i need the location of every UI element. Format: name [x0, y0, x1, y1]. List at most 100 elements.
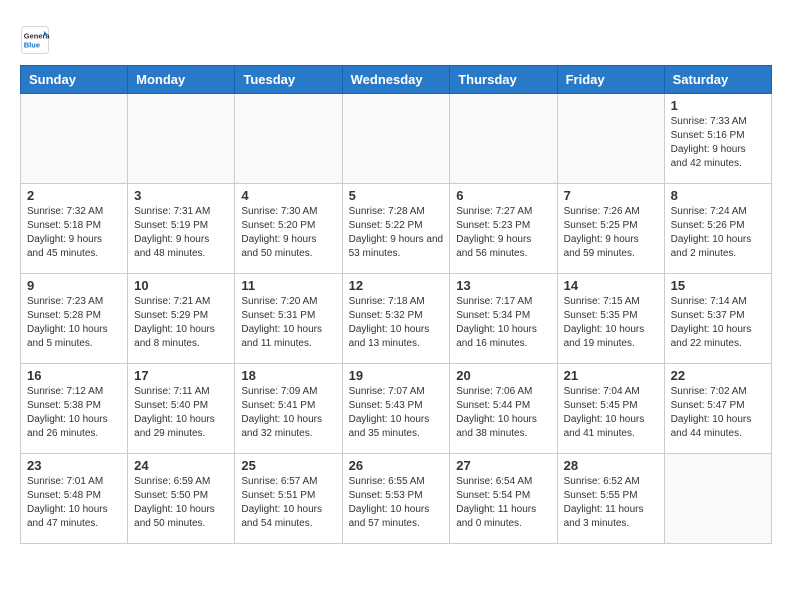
calendar-cell: 21 Sunrise: 7:04 AM Sunset: 5:45 PM Dayli… — [557, 364, 664, 454]
calendar-cell: 7Sunrise: 7:26 AM Sunset: 5:25 PM Daylig… — [557, 184, 664, 274]
day-info: Sunrise: 7:26 AM Sunset: 5:25 PM Dayligh… — [564, 205, 658, 261]
day-info: Sunrise: 7:12 AM Sunset: 5:38 PM Dayligh… — [27, 385, 121, 441]
calendar-cell: 23 Sunrise: 7:01 AM Sunset: 5:48 PM Dayli… — [21, 454, 128, 544]
day-number: 3 — [134, 188, 228, 203]
day-number: 8 — [671, 188, 765, 203]
day-info: Sunrise: 7:32 AM Sunset: 5:18 PM Dayligh… — [27, 205, 121, 261]
calendar-table: SundayMondayTuesdayWednesdayThursdayFrid… — [20, 65, 772, 544]
calendar-cell: 11Sunrise: 7:20 AM Sunset: 5:31 PM Dayli… — [235, 274, 342, 364]
calendar-cell — [450, 94, 557, 184]
col-header-friday: Friday — [557, 66, 664, 94]
day-info: Sunrise: 7:15 AM Sunset: 5:35 PM Dayligh… — [564, 295, 658, 351]
day-info: Sunrise: 7:31 AM Sunset: 5:19 PM Dayligh… — [134, 205, 228, 261]
calendar-cell — [342, 94, 450, 184]
logo: General Blue — [20, 25, 52, 55]
calendar-cell: 20Sunrise: 7:06 AM Sunset: 5:44 PM Dayli… — [450, 364, 557, 454]
calendar-cell: 10 Sunrise: 7:21 AM Sunset: 5:29 PM Dayli… — [128, 274, 235, 364]
day-number: 10 — [134, 278, 228, 293]
calendar-cell: 14 Sunrise: 7:15 AM Sunset: 5:35 PM Dayli… — [557, 274, 664, 364]
day-info: Sunrise: 6:55 AM Sunset: 5:53 PM Dayligh… — [349, 475, 444, 531]
week-row-1: 1 Sunrise: 7:33 AM Sunset: 5:16 PM Daylig… — [21, 94, 772, 184]
day-info: Sunrise: 7:11 AM Sunset: 5:40 PM Dayligh… — [134, 385, 228, 441]
day-number: 13 — [456, 278, 550, 293]
col-header-monday: Monday — [128, 66, 235, 94]
calendar-cell: 18Sunrise: 7:09 AM Sunset: 5:41 PM Dayli… — [235, 364, 342, 454]
day-number: 18 — [241, 368, 335, 383]
day-info: Sunrise: 7:21 AM Sunset: 5:29 PM Dayligh… — [134, 295, 228, 351]
calendar-cell — [235, 94, 342, 184]
calendar-cell: 16 Sunrise: 7:12 AM Sunset: 5:38 PM Dayli… — [21, 364, 128, 454]
calendar-cell: 19 Sunrise: 7:07 AM Sunset: 5:43 PM Dayli… — [342, 364, 450, 454]
day-info: Sunrise: 7:14 AM Sunset: 5:37 PM Dayligh… — [671, 295, 765, 351]
day-info: Sunrise: 7:04 AM Sunset: 5:45 PM Dayligh… — [564, 385, 658, 441]
day-number: 14 — [564, 278, 658, 293]
day-info: Sunrise: 7:01 AM Sunset: 5:48 PM Dayligh… — [27, 475, 121, 531]
calendar-cell — [128, 94, 235, 184]
day-number: 16 — [27, 368, 121, 383]
day-info: Sunrise: 6:52 AM Sunset: 5:55 PM Dayligh… — [564, 475, 658, 531]
day-number: 25 — [241, 458, 335, 473]
calendar-cell — [664, 454, 771, 544]
day-number: 17 — [134, 368, 228, 383]
calendar-cell: 26 Sunrise: 6:55 AM Sunset: 5:53 PM Dayli… — [342, 454, 450, 544]
day-info: Sunrise: 7:30 AM Sunset: 5:20 PM Dayligh… — [241, 205, 335, 261]
day-number: 19 — [349, 368, 444, 383]
day-number: 12 — [349, 278, 444, 293]
day-info: Sunrise: 6:59 AM Sunset: 5:50 PM Dayligh… — [134, 475, 228, 531]
calendar-cell: 22 Sunrise: 7:02 AM Sunset: 5:47 PM Dayli… — [664, 364, 771, 454]
calendar-cell — [21, 94, 128, 184]
calendar-cell: 6 Sunrise: 7:27 AM Sunset: 5:23 PM Daylig… — [450, 184, 557, 274]
calendar-cell: 15 Sunrise: 7:14 AM Sunset: 5:37 PM Dayli… — [664, 274, 771, 364]
day-info: Sunrise: 7:28 AM Sunset: 5:22 PM Dayligh… — [349, 205, 444, 261]
calendar-cell: 2 Sunrise: 7:32 AM Sunset: 5:18 PM Daylig… — [21, 184, 128, 274]
day-number: 4 — [241, 188, 335, 203]
day-number: 1 — [671, 98, 765, 113]
calendar-cell: 8 Sunrise: 7:24 AM Sunset: 5:26 PM Daylig… — [664, 184, 771, 274]
calendar-cell: 12 Sunrise: 7:18 AM Sunset: 5:32 PM Dayli… — [342, 274, 450, 364]
calendar-cell: 3 Sunrise: 7:31 AM Sunset: 5:19 PM Daylig… — [128, 184, 235, 274]
logo-icon: General Blue — [20, 25, 50, 55]
svg-text:General: General — [24, 32, 50, 41]
calendar-cell: 1 Sunrise: 7:33 AM Sunset: 5:16 PM Daylig… — [664, 94, 771, 184]
day-info: Sunrise: 7:18 AM Sunset: 5:32 PM Dayligh… — [349, 295, 444, 351]
day-number: 2 — [27, 188, 121, 203]
col-header-thursday: Thursday — [450, 66, 557, 94]
day-number: 15 — [671, 278, 765, 293]
week-row-4: 16 Sunrise: 7:12 AM Sunset: 5:38 PM Dayli… — [21, 364, 772, 454]
week-row-5: 23 Sunrise: 7:01 AM Sunset: 5:48 PM Dayli… — [21, 454, 772, 544]
calendar-cell: 5 Sunrise: 7:28 AM Sunset: 5:22 PM Daylig… — [342, 184, 450, 274]
col-header-saturday: Saturday — [664, 66, 771, 94]
day-number: 5 — [349, 188, 444, 203]
day-info: Sunrise: 7:20 AM Sunset: 5:31 PM Dayligh… — [241, 295, 335, 351]
calendar-cell: 28 Sunrise: 6:52 AM Sunset: 5:55 PM Dayli… — [557, 454, 664, 544]
day-info: Sunrise: 7:17 AM Sunset: 5:34 PM Dayligh… — [456, 295, 550, 351]
week-row-3: 9Sunrise: 7:23 AM Sunset: 5:28 PM Daylig… — [21, 274, 772, 364]
day-info: Sunrise: 7:24 AM Sunset: 5:26 PM Dayligh… — [671, 205, 765, 261]
day-number: 22 — [671, 368, 765, 383]
day-number: 21 — [564, 368, 658, 383]
svg-text:Blue: Blue — [24, 41, 40, 50]
calendar-cell: 4 Sunrise: 7:30 AM Sunset: 5:20 PM Daylig… — [235, 184, 342, 274]
calendar-cell: 9Sunrise: 7:23 AM Sunset: 5:28 PM Daylig… — [21, 274, 128, 364]
day-number: 6 — [456, 188, 550, 203]
day-number: 9 — [27, 278, 121, 293]
day-info: Sunrise: 7:02 AM Sunset: 5:47 PM Dayligh… — [671, 385, 765, 441]
col-header-sunday: Sunday — [21, 66, 128, 94]
day-number: 24 — [134, 458, 228, 473]
day-info: Sunrise: 7:07 AM Sunset: 5:43 PM Dayligh… — [349, 385, 444, 441]
week-row-2: 2 Sunrise: 7:32 AM Sunset: 5:18 PM Daylig… — [21, 184, 772, 274]
day-number: 28 — [564, 458, 658, 473]
day-number: 23 — [27, 458, 121, 473]
calendar-header-row: SundayMondayTuesdayWednesdayThursdayFrid… — [21, 66, 772, 94]
day-info: Sunrise: 7:33 AM Sunset: 5:16 PM Dayligh… — [671, 115, 765, 171]
calendar-cell: 13 Sunrise: 7:17 AM Sunset: 5:34 PM Dayli… — [450, 274, 557, 364]
day-info: Sunrise: 7:27 AM Sunset: 5:23 PM Dayligh… — [456, 205, 550, 261]
page-header: General Blue — [20, 20, 772, 55]
calendar-cell — [557, 94, 664, 184]
day-info: Sunrise: 6:57 AM Sunset: 5:51 PM Dayligh… — [241, 475, 335, 531]
col-header-wednesday: Wednesday — [342, 66, 450, 94]
calendar-cell: 25 Sunrise: 6:57 AM Sunset: 5:51 PM Dayli… — [235, 454, 342, 544]
day-number: 26 — [349, 458, 444, 473]
col-header-tuesday: Tuesday — [235, 66, 342, 94]
calendar-cell: 17 Sunrise: 7:11 AM Sunset: 5:40 PM Dayli… — [128, 364, 235, 454]
